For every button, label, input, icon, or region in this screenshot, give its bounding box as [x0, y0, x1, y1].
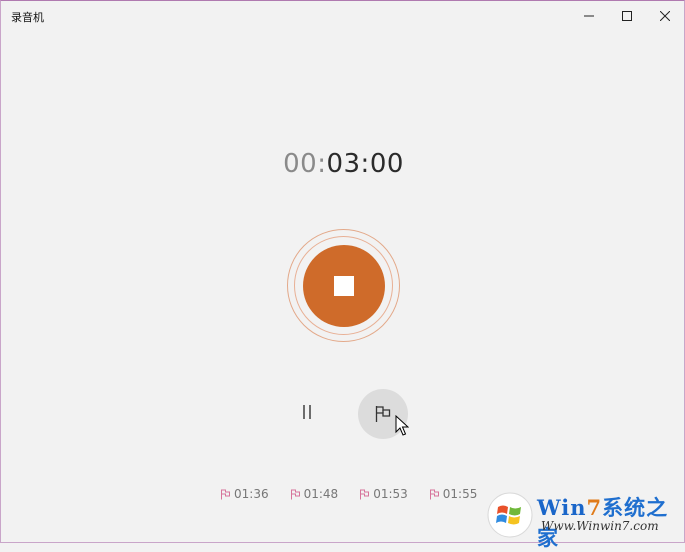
- flag-icon: [429, 489, 439, 499]
- recorder-window: 录音机 00:03:00 01:36 01:48 01:53 01:55: [0, 0, 685, 543]
- pause-icon: [303, 405, 311, 419]
- flag-icon: [221, 489, 230, 499]
- watermark-seven: 7: [586, 495, 603, 520]
- marker-time: 01:36: [234, 487, 269, 501]
- minimize-icon: [584, 15, 594, 17]
- windows-logo-icon: [487, 492, 533, 538]
- timer-minutes: 03: [326, 149, 361, 179]
- flag-icon: [375, 406, 391, 422]
- marker-item[interactable]: 01:36: [220, 486, 269, 502]
- flag-icon: [290, 489, 300, 499]
- timer-separator: :: [360, 149, 370, 179]
- maximize-button[interactable]: [608, 1, 646, 31]
- maximize-icon: [622, 11, 632, 21]
- minimize-button[interactable]: [570, 1, 608, 31]
- watermark-win: Win: [537, 495, 587, 520]
- marker-item[interactable]: 01:53: [359, 486, 408, 502]
- recording-indicator: [287, 229, 401, 343]
- marker-item[interactable]: 01:48: [290, 486, 339, 502]
- pause-button[interactable]: [284, 389, 330, 435]
- elapsed-timer: 00:03:00: [1, 149, 685, 179]
- close-icon: [660, 11, 670, 21]
- marker-time: 01:55: [442, 487, 478, 501]
- marker-list: 01:36 01:48 01:53 01:55: [220, 486, 477, 502]
- marker-time: 01:53: [373, 487, 408, 501]
- watermark: Win7系统之家 Www.Winwin7.com: [487, 490, 683, 550]
- app-title: 录音机: [11, 11, 44, 24]
- stop-icon: [334, 276, 354, 296]
- flag-icon: [360, 489, 370, 499]
- timer-seconds: 00: [369, 149, 404, 179]
- timer-hours: 00: [283, 149, 318, 179]
- marker-item[interactable]: 01:55: [429, 486, 478, 502]
- stop-recording-button[interactable]: [303, 245, 385, 327]
- marker-time: 01:48: [303, 487, 339, 501]
- watermark-url: Www.Winwin7.com: [541, 519, 659, 533]
- close-button[interactable]: [646, 1, 684, 31]
- mouse-cursor-icon: [395, 415, 409, 436]
- title-bar[interactable]: 录音机: [1, 1, 684, 31]
